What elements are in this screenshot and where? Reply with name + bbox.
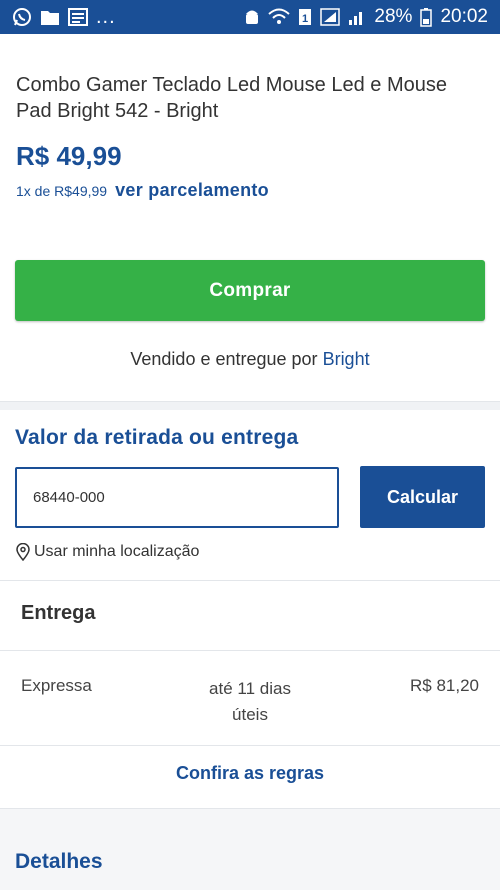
- more-notifications-indicator: ...: [96, 5, 116, 28]
- status-bar-left: ...: [12, 6, 116, 29]
- divider: [0, 650, 500, 651]
- signal-icon: [320, 8, 341, 26]
- seller-link[interactable]: Bright: [323, 349, 370, 369]
- divider: [0, 745, 500, 746]
- delivery-days: até 11 dias úteis: [180, 676, 320, 728]
- installment-text: 1x de R$49,99: [16, 183, 108, 199]
- signal-bars-icon: [348, 8, 366, 26]
- news-icon: [68, 8, 88, 26]
- cep-input[interactable]: [15, 467, 339, 528]
- rules-link[interactable]: Confira as regras: [0, 763, 500, 784]
- battery-icon: [420, 7, 433, 27]
- delivery-title: Entrega: [21, 602, 96, 624]
- delivery-days-line1: até 11 dias: [209, 679, 291, 698]
- delivery-days-line2: úteis: [232, 705, 268, 724]
- delivery-type: Expressa: [21, 676, 92, 695]
- seller-info: Vendido e entregue por Bright: [0, 349, 500, 370]
- status-bar: ... 1 28% 20:02: [0, 0, 500, 34]
- shipping-section-title: Valor da retirada ou entrega: [15, 426, 299, 449]
- installments-link[interactable]: ver parcelamento: [115, 180, 269, 201]
- location-pin-icon: [16, 543, 30, 561]
- clock: 20:02: [440, 6, 488, 27]
- product-title: Combo Gamer Teclado Led Mouse Led e Mous…: [16, 74, 447, 122]
- android-icon: [244, 8, 260, 26]
- status-bar-right: 1 28% 20:02: [244, 6, 488, 28]
- wifi-icon: [268, 8, 291, 26]
- details-title[interactable]: Detalhes: [15, 850, 103, 874]
- buy-button[interactable]: Comprar: [15, 260, 485, 321]
- folder-icon: [40, 8, 60, 26]
- use-location-link[interactable]: Usar minha localização: [16, 543, 199, 561]
- battery-percent: 28%: [374, 6, 413, 27]
- delivery-price: R$ 81,20: [410, 676, 479, 695]
- details-section: [0, 808, 500, 890]
- product-info: Combo Gamer Teclado Led Mouse Led e Mous…: [16, 72, 456, 124]
- svg-text:1: 1: [302, 13, 308, 25]
- installments: 1x de R$49,99 ver parcelamento: [16, 180, 269, 201]
- whatsapp-icon: [12, 7, 32, 27]
- seller-prefix: Vendido e entregue por: [130, 349, 318, 369]
- section-divider: [0, 401, 500, 410]
- product-price: R$ 49,99: [16, 141, 122, 171]
- use-location-label: Usar minha localização: [34, 543, 200, 560]
- divider: [0, 580, 500, 581]
- calculate-button[interactable]: Calcular: [360, 466, 485, 528]
- sim-1-icon: 1: [298, 8, 312, 26]
